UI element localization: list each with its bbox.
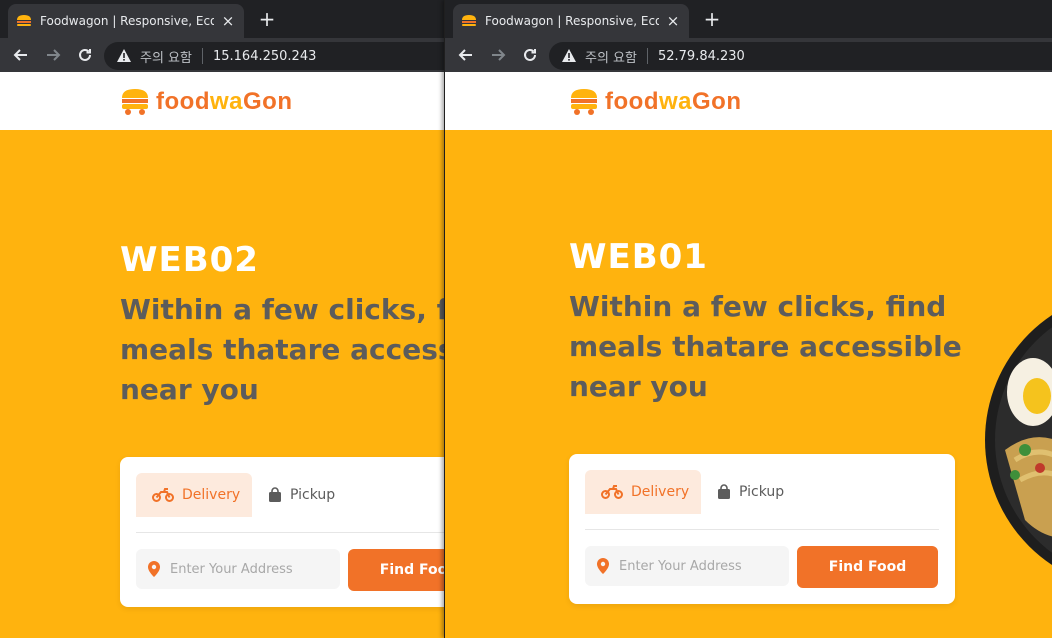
tab-strip: Foodwagon | Responsive, Ecommerce × + (0, 0, 444, 38)
location-pin-icon (597, 558, 609, 574)
forward-arrow-icon (492, 49, 506, 61)
address-bar[interactable]: 주의 요함 52.79.84.230 (549, 42, 1052, 70)
browser-tab[interactable]: Foodwagon | Responsive, Ecommerce × (453, 4, 689, 38)
search-card: Delivery Pickup Find Food (569, 454, 955, 604)
security-warning: 주의 요함 (140, 50, 192, 66)
forward-arrow-icon (47, 49, 61, 61)
security-warning: 주의 요함 (585, 50, 637, 66)
url-text[interactable]: 52.79.84.230 (658, 49, 745, 64)
hero-title: WEB02 (120, 240, 259, 280)
omnibox-separator (646, 48, 648, 64)
hero-subtitle: Within a few clicks, find meals thatare … (569, 290, 962, 403)
motorbike-icon (152, 488, 174, 502)
logo-text-wa: wa (658, 88, 692, 115)
card-divider (136, 532, 444, 533)
motorbike-icon (601, 485, 623, 499)
logo-text: foodwaGon (156, 88, 293, 116)
address-bar[interactable]: 주의 요함 15.164.250.243 (104, 42, 444, 70)
logo-text-wa: wa (209, 88, 243, 115)
tab-pickup[interactable]: Pickup (268, 473, 335, 517)
close-icon[interactable]: × (665, 12, 681, 30)
logo-text-food: food (156, 88, 210, 115)
forward-button[interactable] (40, 42, 66, 68)
reload-button[interactable] (517, 42, 543, 68)
address-input[interactable] (170, 561, 330, 577)
warning-icon (117, 49, 131, 62)
forward-button[interactable] (485, 42, 511, 68)
hero-title: WEB01 (569, 237, 708, 277)
new-tab-button[interactable]: + (701, 8, 723, 30)
delivery-label: Delivery (182, 487, 241, 503)
reload-icon (79, 48, 91, 61)
browser-window-web01: Foodwagon | Responsive, Ecommerce × + 주의… (444, 0, 1052, 638)
burger-logo-icon (122, 89, 148, 115)
shopping-bag-icon (269, 487, 281, 502)
address-field[interactable] (585, 546, 789, 586)
search-card: Delivery Pickup Find Food (120, 457, 444, 607)
browser-tab[interactable]: Foodwagon | Responsive, Ecommerce × (8, 4, 244, 38)
browser-toolbar: 주의 요함 15.164.250.243 (0, 38, 444, 72)
find-food-button[interactable]: Find Food (797, 546, 938, 588)
card-divider (585, 529, 939, 530)
tab-delivery[interactable]: Delivery (136, 473, 252, 517)
address-input[interactable] (619, 558, 779, 574)
shopping-bag-icon (718, 484, 730, 499)
site-logo[interactable]: foodwaGon (120, 87, 293, 117)
new-tab-button[interactable]: + (256, 8, 278, 30)
logo-text-gon: Gon (692, 88, 742, 115)
back-button[interactable] (8, 42, 34, 68)
location-pin-icon (148, 561, 160, 577)
warning-icon (562, 49, 576, 62)
omnibox-separator (201, 48, 203, 64)
logo-text-gon: Gon (243, 88, 293, 115)
reload-icon (524, 48, 536, 61)
tab-title: Foodwagon | Responsive, Ecommerce (40, 14, 214, 28)
pickup-label: Pickup (290, 487, 336, 503)
logo-text: foodwaGon (605, 88, 742, 116)
find-food-button[interactable]: Find Food (348, 549, 444, 591)
url-text[interactable]: 15.164.250.243 (213, 49, 316, 64)
address-field[interactable] (136, 549, 340, 589)
back-arrow-icon (458, 49, 472, 61)
pickup-label: Pickup (739, 484, 785, 500)
reload-button[interactable] (72, 42, 98, 68)
site-logo[interactable]: foodwaGon (569, 87, 742, 117)
tab-title: Foodwagon | Responsive, Ecommerce (485, 14, 659, 28)
noodle-bowl-image (985, 315, 1052, 565)
delivery-label: Delivery (631, 484, 690, 500)
close-icon[interactable]: × (220, 12, 236, 30)
back-button[interactable] (453, 42, 479, 68)
browser-window-web02: Foodwagon | Responsive, Ecommerce × + 주의… (0, 0, 444, 638)
burger-logo-icon (571, 89, 597, 115)
burger-favicon-icon (17, 15, 31, 26)
tab-delivery[interactable]: Delivery (585, 470, 701, 514)
site-header: foodwaGon (445, 72, 1052, 130)
hero-subtitle: Within a few clicks, find meals thatare … (120, 293, 444, 406)
tab-pickup[interactable]: Pickup (717, 470, 784, 514)
logo-text-food: food (605, 88, 659, 115)
tab-strip: Foodwagon | Responsive, Ecommerce × + (445, 0, 1052, 38)
site-header: foodwaGon (0, 72, 444, 130)
burger-favicon-icon (462, 15, 476, 26)
back-arrow-icon (13, 49, 27, 61)
browser-toolbar: 주의 요함 52.79.84.230 (445, 38, 1052, 72)
